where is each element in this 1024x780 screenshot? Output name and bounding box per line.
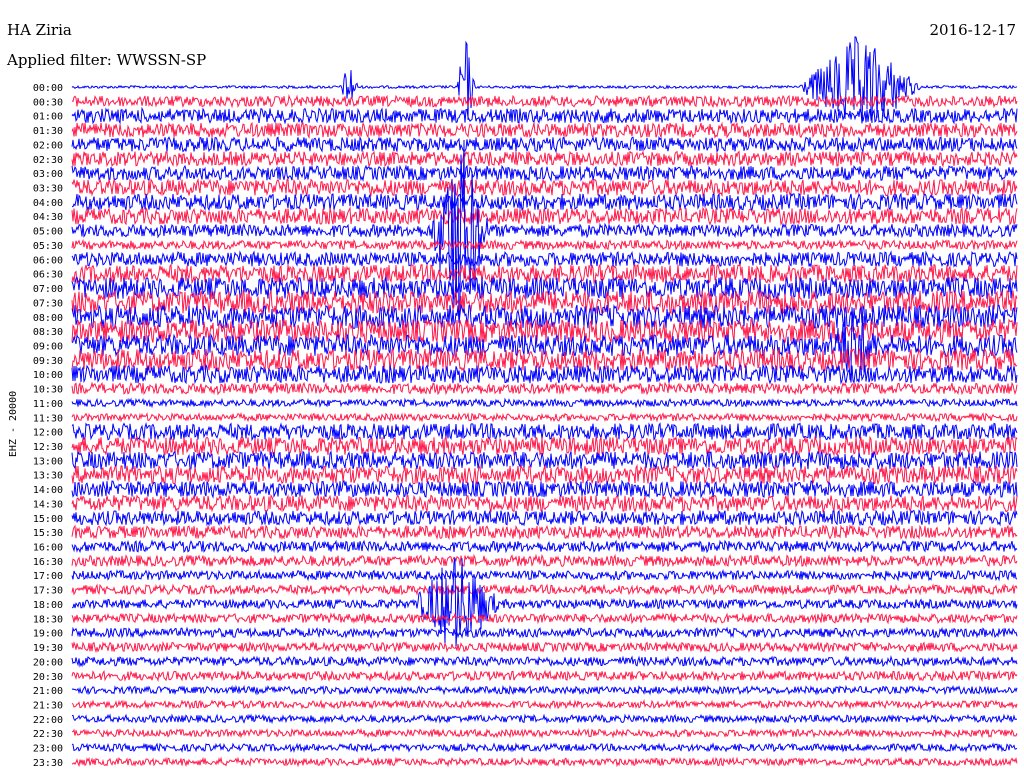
trace-row-2200	[71, 713, 1018, 725]
trace-row-1200	[71, 421, 1018, 442]
row-label: 04:30	[33, 212, 63, 223]
trace-row-2030	[71, 669, 1018, 683]
trace-row-0900	[71, 307, 1018, 380]
trace-group	[71, 36, 1018, 768]
trace-row-1430	[71, 494, 1018, 514]
row-label: 19:00	[33, 629, 63, 640]
row-label: 17:30	[33, 586, 63, 597]
row-label: 19:30	[33, 643, 63, 654]
channel-label: EHZ - 20000	[8, 391, 19, 457]
row-label: 16:00	[33, 543, 63, 554]
row-label: 00:30	[33, 97, 63, 108]
row-label: 18:00	[33, 600, 63, 611]
row-label: 03:00	[33, 169, 63, 180]
row-label: 09:00	[33, 341, 63, 352]
row-label: 22:00	[33, 715, 63, 726]
trace-row-1900	[71, 626, 1018, 639]
trace-row-1500	[71, 508, 1018, 527]
trace-row-1930	[71, 640, 1018, 654]
row-label: 23:00	[33, 744, 63, 755]
trace-row-1530	[71, 524, 1018, 541]
trace-row-0930	[71, 347, 1018, 373]
trace-row-0430	[71, 206, 1018, 226]
row-label: 06:00	[33, 255, 63, 266]
row-label: 03:30	[33, 184, 63, 195]
row-label: 12:30	[33, 442, 63, 453]
row-label: 21:30	[33, 700, 63, 711]
trace-row-0130	[71, 121, 1018, 139]
row-label: 11:30	[33, 413, 63, 424]
row-label: 07:00	[33, 284, 63, 295]
row-label: 15:00	[33, 514, 63, 525]
row-label: 17:00	[33, 571, 63, 582]
row-label: 15:30	[33, 528, 63, 539]
row-label: 11:00	[33, 399, 63, 410]
row-label: 23:30	[33, 758, 63, 769]
trace-row-1130	[71, 411, 1018, 423]
row-label: 20:30	[33, 672, 63, 683]
trace-row-2330	[71, 756, 1018, 768]
row-label: 12:00	[33, 428, 63, 439]
row-label-group: 00:00 00:30 01:00 01:30 02:00 02:30 03:00 03:30…	[33, 83, 63, 769]
row-label: 02:30	[33, 155, 63, 166]
row-label: 18:30	[33, 614, 63, 625]
trace-row-1330	[71, 463, 1018, 486]
row-label: 06:30	[33, 270, 63, 281]
row-label: 05:00	[33, 227, 63, 238]
row-label: 13:30	[33, 471, 63, 482]
trace-row-0100	[71, 106, 1018, 125]
row-label: 13:00	[33, 456, 63, 467]
row-label: 02:00	[33, 140, 63, 151]
trace-row-0200	[71, 135, 1018, 154]
trace-row-0330	[71, 178, 1018, 198]
trace-row-2130	[71, 698, 1018, 710]
row-label: 20:00	[33, 657, 63, 668]
trace-row-0600	[71, 250, 1018, 269]
trace-row-2300	[71, 742, 1018, 754]
trace-row-0300	[71, 164, 1018, 183]
row-label: 10:30	[33, 385, 63, 396]
row-label: 14:30	[33, 499, 63, 510]
trace-row-1830	[71, 612, 1018, 625]
row-label: 00:00	[33, 83, 63, 94]
trace-row-0230	[71, 149, 1018, 168]
trace-row-1630	[71, 553, 1018, 568]
row-label: 10:00	[33, 370, 63, 381]
trace-row-1730	[71, 583, 1018, 596]
row-label: 14:00	[33, 485, 63, 496]
helicorder-chart: 00:00 00:30 01:00 01:30 02:00 02:30 03:00 03:30…	[8, 36, 1018, 769]
row-label: 08:00	[33, 313, 63, 324]
trace-row-1600	[71, 539, 1018, 554]
row-label: 01:30	[33, 126, 63, 137]
trace-row-2230	[71, 727, 1018, 739]
row-label: 09:30	[33, 356, 63, 367]
row-label: 16:30	[33, 557, 63, 568]
trace-row-2000	[71, 655, 1018, 668]
trace-row-2100	[71, 684, 1018, 696]
row-label: 22:30	[33, 729, 63, 740]
trace-row-0530	[71, 238, 1018, 251]
row-label: 01:00	[33, 112, 63, 123]
trace-row-1030	[71, 381, 1018, 396]
row-label: 07:30	[33, 298, 63, 309]
row-label: 05:30	[33, 241, 63, 252]
row-label: 21:00	[33, 686, 63, 697]
trace-row-0030	[71, 94, 1018, 109]
row-label: 04:00	[33, 198, 63, 209]
trace-row-1230	[71, 435, 1018, 457]
trace-row-1100	[71, 397, 1018, 409]
row-label: 08:30	[33, 327, 63, 338]
trace-row-0400	[72, 192, 1018, 212]
trace-row-1700	[71, 568, 1018, 582]
trace-row-0730	[71, 289, 1018, 316]
